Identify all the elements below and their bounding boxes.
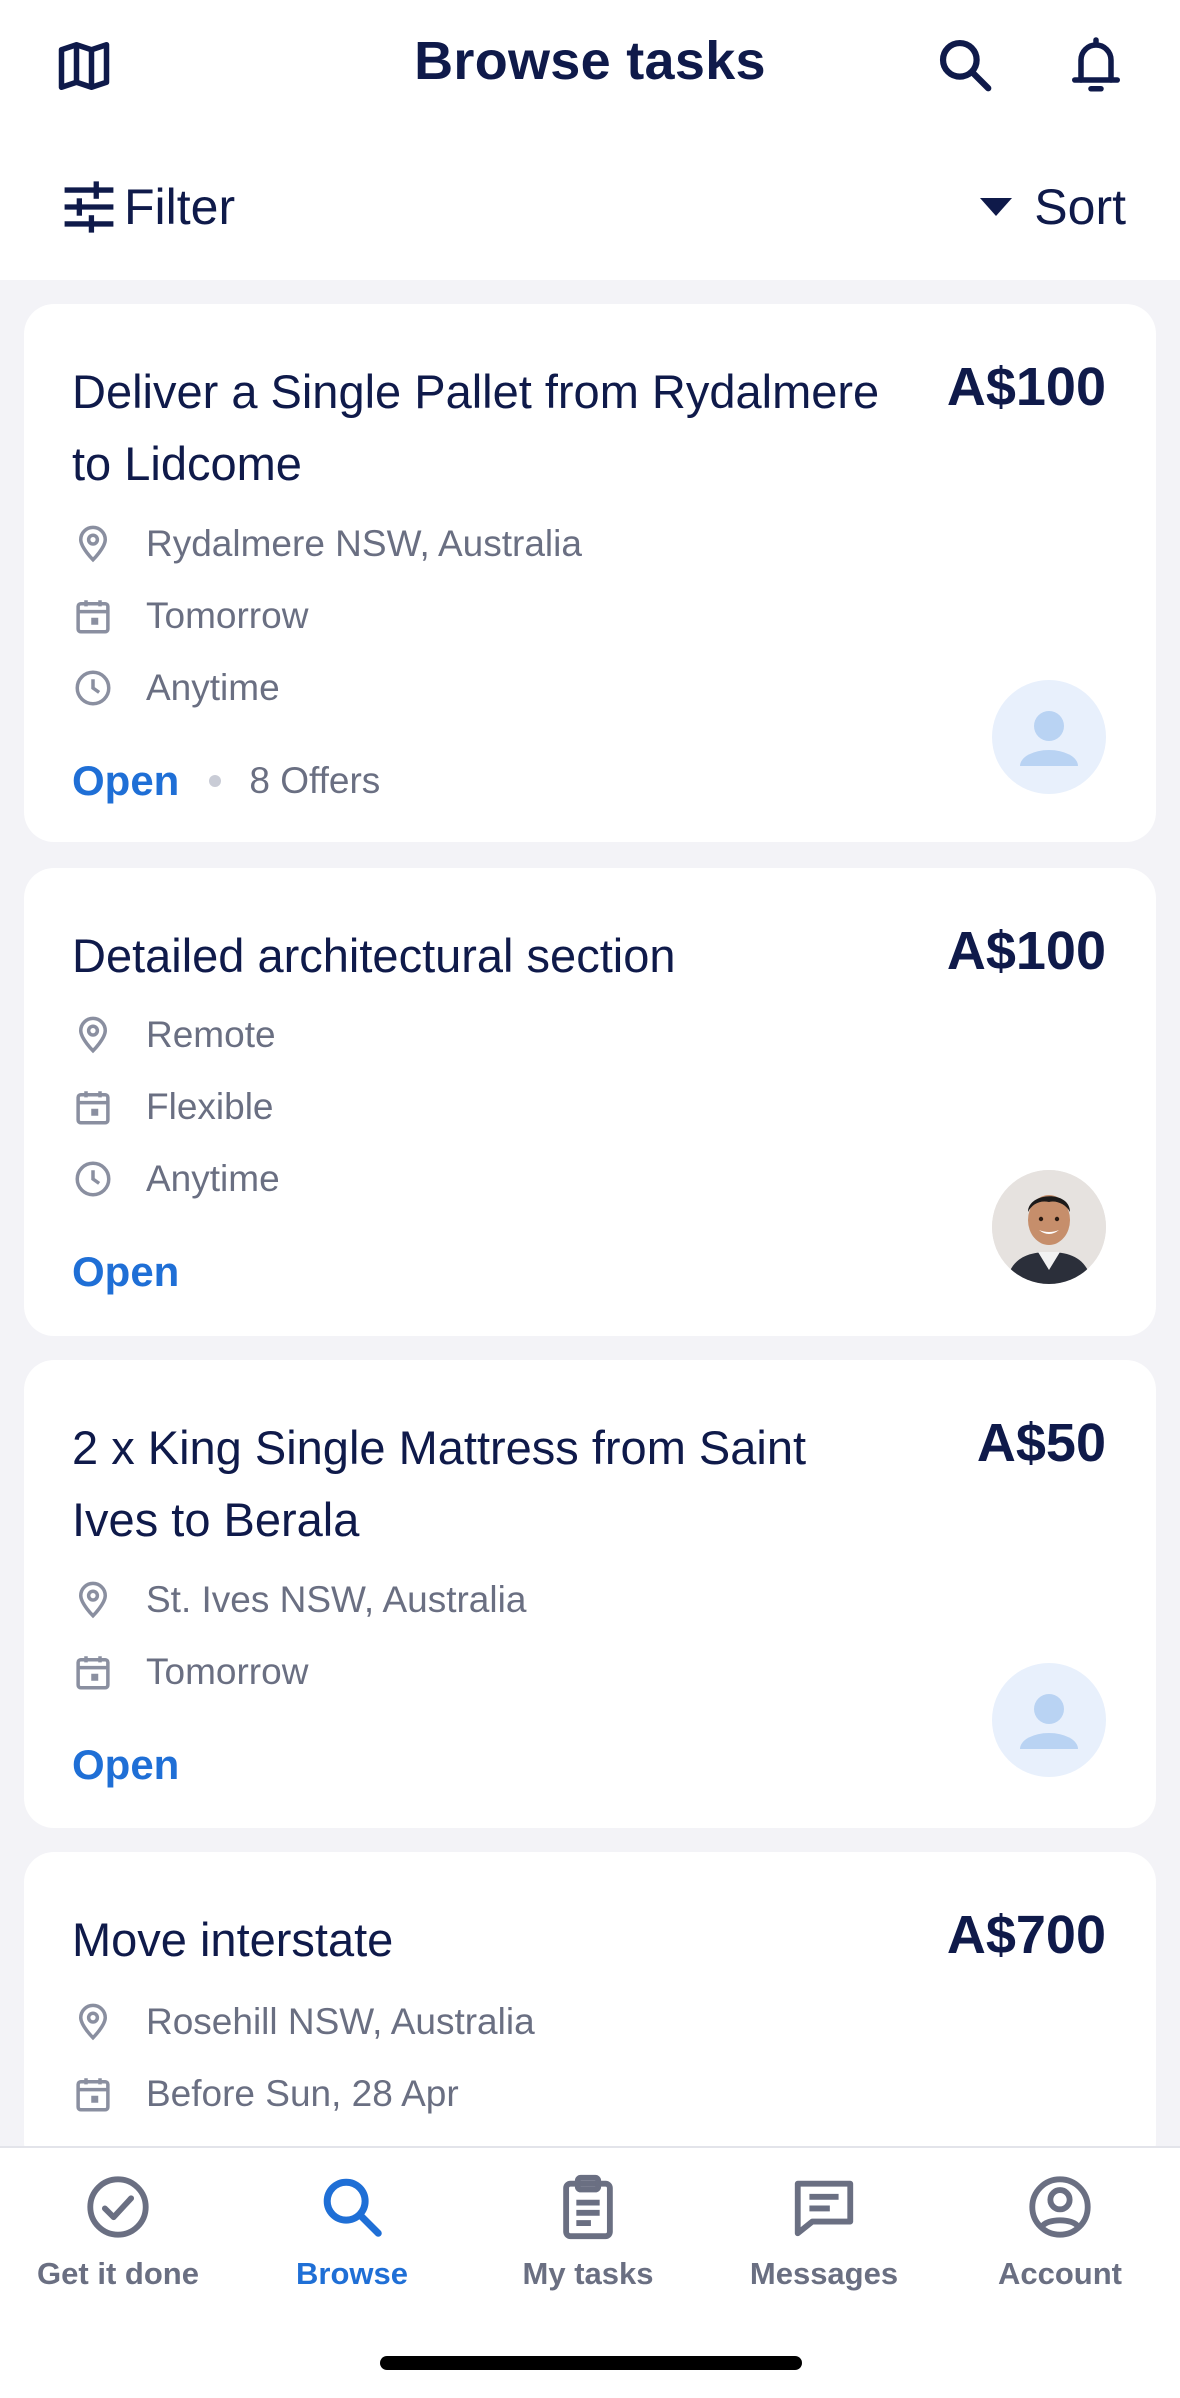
- task-location: Rosehill NSW, Australia: [72, 1997, 535, 2047]
- task-status-row: Open: [72, 1735, 179, 1795]
- task-title: Move interstate: [72, 1913, 394, 1966]
- location-pin-icon: [78, 525, 108, 563]
- home-indicator: [380, 2356, 802, 2370]
- status-badge: Open: [72, 1741, 180, 1788]
- clock-icon: [75, 670, 111, 706]
- status-badge: Open: [72, 1248, 180, 1295]
- check-circle-icon: [87, 2176, 149, 2238]
- task-status-row: Open: [72, 1242, 179, 1302]
- clock-icon: [75, 1161, 111, 1197]
- bell-icon[interactable]: [1066, 32, 1126, 98]
- task-price: A$700: [946, 1905, 1106, 1965]
- nav-account[interactable]: Account: [960, 2172, 1160, 2292]
- top-bar: Browse tasks Filter Sort: [0, 0, 1180, 280]
- nav-label: Get it done: [37, 2256, 199, 2291]
- location-pin-icon: [78, 1581, 108, 1619]
- separator-dot: [209, 775, 222, 787]
- location-pin-icon: [78, 1016, 108, 1054]
- avatar[interactable]: [992, 1663, 1106, 1777]
- nav-browse[interactable]: Browse: [252, 2172, 452, 2292]
- task-date: Flexible: [72, 1082, 274, 1132]
- page-title: Browse tasks: [414, 31, 766, 91]
- calendar-icon: [76, 600, 110, 634]
- sliders-icon: [64, 181, 114, 233]
- task-time: Anytime: [72, 1154, 280, 1204]
- nav-my-tasks[interactable]: My tasks: [488, 2172, 688, 2292]
- caret-down-icon: [980, 198, 1013, 216]
- task-time: Anytime: [72, 663, 280, 713]
- task-price: A$100: [946, 357, 1106, 417]
- task-price: A$100: [946, 921, 1106, 981]
- avatar[interactable]: [992, 680, 1106, 794]
- clipboard-icon: [563, 2174, 613, 2240]
- task-card[interactable]: Deliver a Single Pallet from Rydalmere t…: [24, 304, 1156, 842]
- task-card[interactable]: 2 x King Single Mattress from Saint Ives…: [24, 1360, 1156, 1828]
- sort-button[interactable]: Sort: [980, 172, 1126, 242]
- task-card[interactable]: Detailed architectural section A$100 Rem…: [24, 868, 1156, 1336]
- location-pin-icon: [78, 2003, 108, 2041]
- avatar[interactable]: [992, 1170, 1106, 1284]
- user-placeholder-icon: [1020, 711, 1078, 766]
- search-icon[interactable]: [934, 34, 996, 96]
- task-status-row: Open 8 Offers: [72, 751, 380, 811]
- task-card[interactable]: Move interstate A$700 Rosehill NSW, Aust…: [24, 1852, 1156, 2172]
- task-title: Deliver a Single Pallet from Rydalmere t…: [72, 365, 880, 490]
- nav-label: Account: [998, 2256, 1122, 2291]
- task-date: Before Sun, 28 Apr: [72, 2069, 459, 2119]
- offers-count: 8 Offers: [249, 760, 381, 801]
- status-badge: Open: [72, 757, 180, 804]
- calendar-icon: [76, 1091, 110, 1125]
- task-date: Tomorrow: [72, 591, 308, 641]
- task-title: Detailed architectural section: [72, 929, 676, 982]
- calendar-icon: [76, 1656, 110, 1690]
- nav-label: My tasks: [522, 2256, 654, 2291]
- filter-label: Filter: [124, 179, 236, 235]
- nav-messages[interactable]: Messages: [724, 2172, 924, 2292]
- user-photo: [992, 1170, 1106, 1284]
- task-location: Remote: [72, 1010, 276, 1060]
- calendar-icon: [76, 2078, 110, 2112]
- nav-label: Messages: [749, 2256, 899, 2291]
- nav-get-it-done[interactable]: Get it done: [18, 2172, 218, 2292]
- filter-button[interactable]: Filter: [60, 172, 235, 242]
- message-icon: [794, 2180, 854, 2237]
- search-icon: [323, 2178, 382, 2237]
- task-location: St. Ives NSW, Australia: [72, 1575, 526, 1625]
- account-icon: [1029, 2176, 1091, 2238]
- task-price: A$50: [976, 1413, 1106, 1473]
- task-date: Tomorrow: [72, 1647, 308, 1697]
- nav-label: Browse: [296, 2256, 408, 2291]
- task-location: Rydalmere NSW, Australia: [72, 519, 582, 569]
- task-title: 2 x King Single Mattress from Saint Ives…: [72, 1421, 807, 1546]
- user-placeholder-icon: [1020, 1694, 1078, 1749]
- sort-label: Sort: [1034, 179, 1126, 235]
